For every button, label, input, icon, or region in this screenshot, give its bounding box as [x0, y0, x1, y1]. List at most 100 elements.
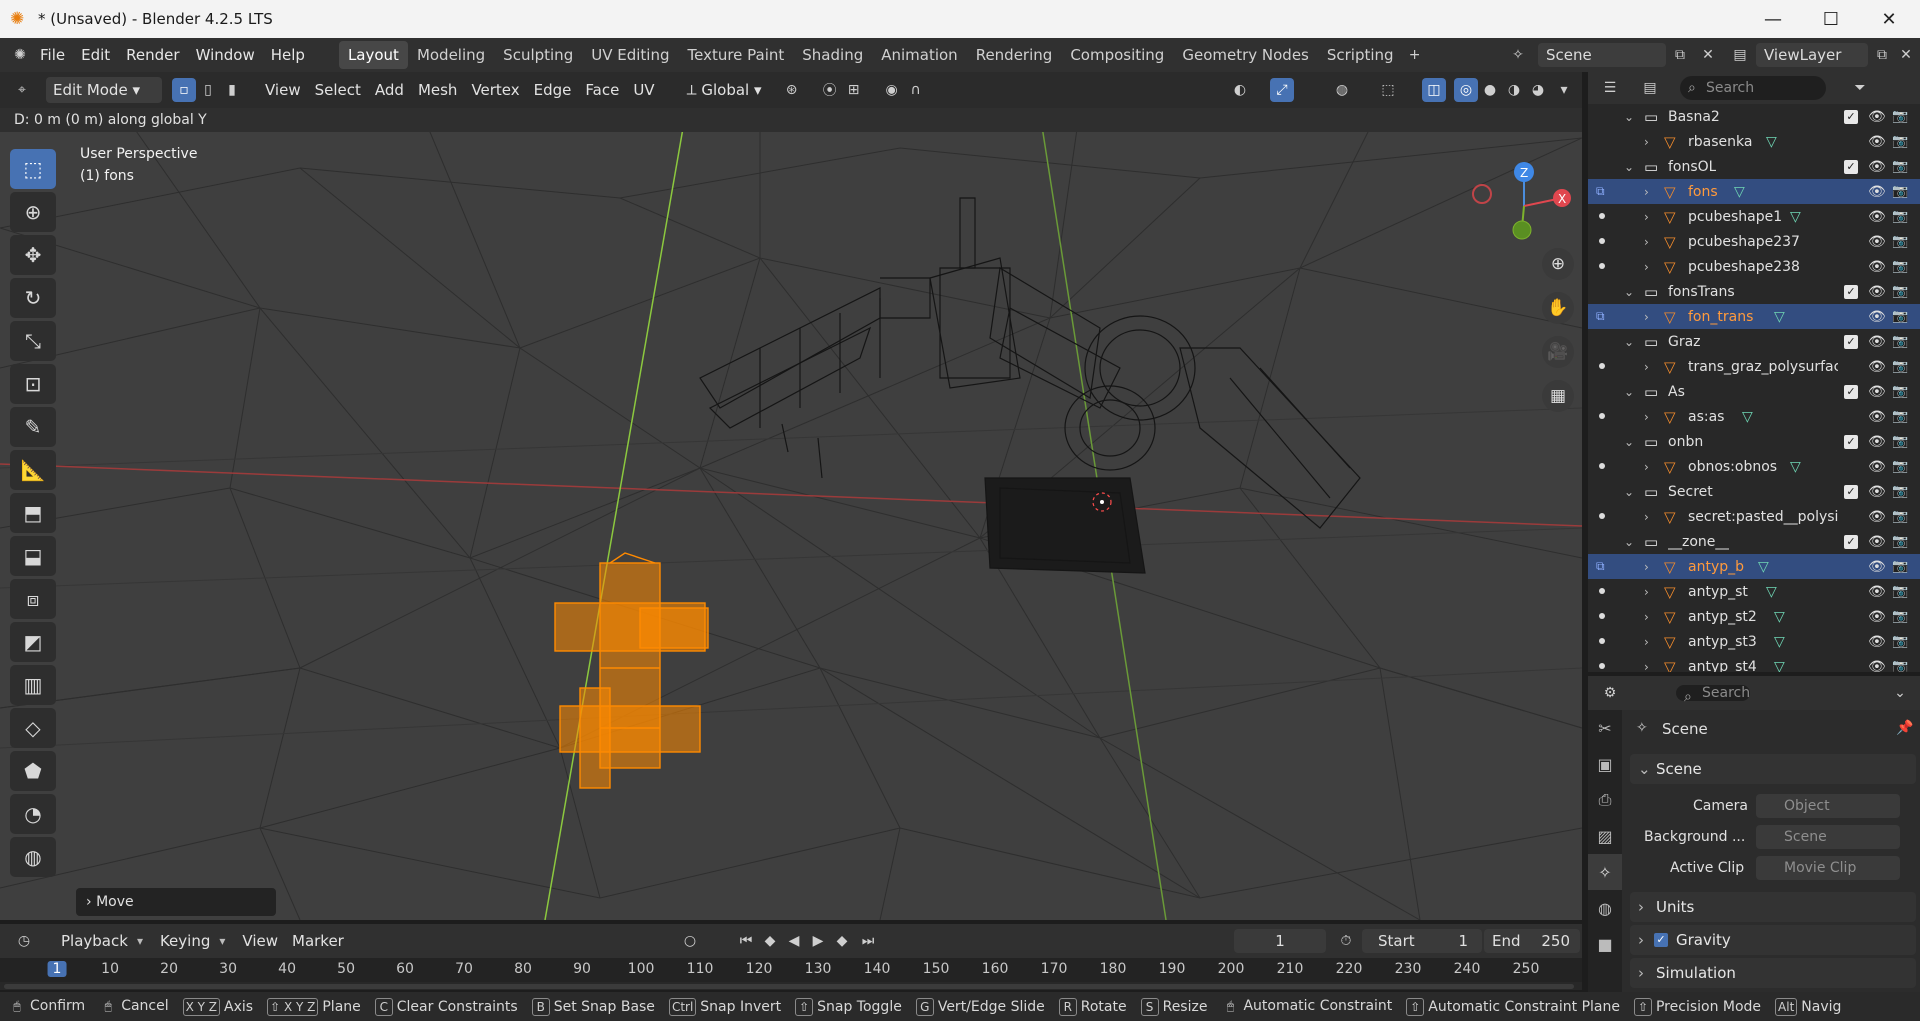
object-row[interactable]: › ▽ antyp_st3 ▽ 👁 📷: [1588, 629, 1920, 654]
selectable-dot[interactable]: [1599, 413, 1605, 419]
pan-hand-icon[interactable]: ✋: [1542, 292, 1574, 324]
gravity-checkbox[interactable]: ✓: [1654, 933, 1668, 947]
filter-icon[interactable]: ⏷: [1848, 76, 1872, 100]
edit-mode-icon[interactable]: ⧉: [1596, 184, 1605, 199]
selectable-dot[interactable]: [1599, 513, 1605, 519]
render-camera-icon[interactable]: 📷: [1892, 209, 1908, 224]
camera-view-icon[interactable]: 🎥: [1542, 336, 1574, 368]
spin-tool-icon[interactable]: ◔: [10, 794, 56, 834]
collection-row[interactable]: ⌄ ▭ Graz ✓ 👁 📷: [1588, 329, 1920, 354]
visibility-eye-icon[interactable]: 👁: [1868, 459, 1886, 475]
expand-arrow-icon[interactable]: ›: [1644, 460, 1649, 474]
render-tab-icon[interactable]: ▣: [1588, 746, 1622, 782]
visibility-eye-icon[interactable]: 👁: [1868, 484, 1886, 500]
current-frame-field[interactable]: 1: [1234, 929, 1326, 953]
transform-tool-icon[interactable]: ⊡: [10, 364, 56, 404]
viewport-menu-edge[interactable]: Edge: [527, 77, 579, 103]
render-camera-icon[interactable]: 📷: [1892, 184, 1908, 199]
object-row[interactable]: ⧉ › ▽ fons ▽ 👁 📷: [1588, 179, 1920, 204]
outliner-search-input[interactable]: Search: [1680, 76, 1826, 100]
scale-tool-icon[interactable]: ⤡: [10, 321, 56, 361]
object-row[interactable]: › ▽ antyp_st2 ▽ 👁 📷: [1588, 604, 1920, 629]
object-row[interactable]: › ▽ obnos:obnos ▽ 👁 📷: [1588, 454, 1920, 479]
active-clip-field[interactable]: Movie Clip: [1756, 856, 1900, 880]
display-mode-icon[interactable]: ▤: [1638, 76, 1662, 100]
camera-field[interactable]: Object: [1756, 794, 1900, 818]
expand-arrow-icon[interactable]: ›: [1644, 360, 1649, 374]
render-camera-icon[interactable]: 📷: [1892, 434, 1908, 449]
end-frame-field[interactable]: End 250: [1484, 929, 1580, 953]
next-keyframe-icon[interactable]: ◆: [830, 929, 854, 953]
menu-edit[interactable]: Edit: [73, 38, 118, 72]
viewlayer-icon[interactable]: ▤: [1728, 43, 1752, 67]
selectable-dot[interactable]: [1599, 463, 1605, 469]
outliner-editor-icon[interactable]: ☰: [1598, 76, 1622, 100]
collapse-arrow-icon[interactable]: ⌄: [1624, 160, 1634, 174]
viewport-menu-mesh[interactable]: Mesh: [411, 77, 465, 103]
exclude-checkbox[interactable]: ✓: [1844, 534, 1858, 549]
collection-row[interactable]: ⌄ ▭ Basna2 ✓ 👁 📷: [1588, 104, 1920, 129]
zoom-icon[interactable]: ⊕: [1542, 248, 1574, 280]
scene-icon[interactable]: ✧: [1506, 43, 1530, 67]
edge-select-icon[interactable]: ▯: [196, 78, 220, 102]
workspace-tab-rendering[interactable]: Rendering: [967, 41, 1062, 69]
timeline-scrollbar[interactable]: [4, 984, 1574, 989]
render-camera-icon[interactable]: 📷: [1892, 659, 1908, 672]
exclude-checkbox[interactable]: ✓: [1844, 284, 1858, 299]
move-tool-icon[interactable]: ✥: [10, 235, 56, 275]
extrude-tool-icon[interactable]: ⬓: [10, 536, 56, 576]
visibility-eye-icon[interactable]: 👁: [1868, 359, 1886, 375]
expand-arrow-icon[interactable]: ›: [1644, 260, 1649, 274]
proportional-edit-icon[interactable]: ◉: [880, 78, 904, 102]
timeline-menu-marker[interactable]: Marker: [285, 928, 351, 954]
render-camera-icon[interactable]: 📷: [1892, 284, 1908, 299]
maximize-icon[interactable]: ☐: [1802, 0, 1860, 38]
visibility-eye-icon[interactable]: 👁: [1868, 534, 1886, 550]
units-panel-header[interactable]: › Units: [1630, 892, 1916, 922]
visibility-eye-icon[interactable]: 👁: [1868, 559, 1886, 575]
visibility-eye-icon[interactable]: 👁: [1868, 409, 1886, 425]
poly-build-tool-icon[interactable]: ⬟: [10, 751, 56, 791]
properties-editor-icon[interactable]: ⚙: [1598, 681, 1622, 705]
collapse-arrow-icon[interactable]: ⌄: [1624, 385, 1634, 399]
visibility-eye-icon[interactable]: 👁: [1868, 134, 1886, 150]
solid-shading-icon[interactable]: ●: [1478, 78, 1502, 102]
collapse-arrow-icon[interactable]: ⌄: [1624, 485, 1634, 499]
render-camera-icon[interactable]: 📷: [1892, 309, 1908, 324]
expand-arrow-icon[interactable]: ›: [1644, 560, 1649, 574]
expand-arrow-icon[interactable]: ›: [1644, 660, 1649, 673]
expand-arrow-icon[interactable]: ›: [1644, 210, 1649, 224]
ortho-toggle-icon[interactable]: ▦: [1542, 380, 1574, 412]
visibility-icon[interactable]: ◐: [1228, 78, 1252, 102]
selectable-dot[interactable]: [1599, 213, 1605, 219]
visibility-eye-icon[interactable]: 👁: [1868, 609, 1886, 625]
properties-search-input[interactable]: Search: [1676, 685, 1751, 701]
timeline-menu-keying[interactable]: Keying: [153, 928, 217, 954]
cursor-tool-icon[interactable]: ⊕: [10, 192, 56, 232]
selectable-dot[interactable]: [1599, 663, 1605, 669]
render-camera-icon[interactable]: 📷: [1892, 134, 1908, 149]
snap-icon[interactable]: ⦿: [818, 78, 842, 102]
output-tab-icon[interactable]: ⎙: [1588, 782, 1622, 818]
object-row[interactable]: › ▽ rbasenka ▽ 👁 📷: [1588, 129, 1920, 154]
workspace-tab-animation[interactable]: Animation: [872, 41, 966, 69]
render-camera-icon[interactable]: 📷: [1892, 259, 1908, 274]
render-camera-icon[interactable]: 📷: [1892, 534, 1908, 549]
material-shading-icon[interactable]: ◑: [1502, 78, 1526, 102]
visibility-eye-icon[interactable]: 👁: [1868, 184, 1886, 200]
gravity-panel-header[interactable]: › ✓ Gravity: [1630, 925, 1916, 955]
face-select-icon[interactable]: ▮: [220, 78, 244, 102]
expand-arrow-icon[interactable]: ›: [1644, 185, 1649, 199]
pivot-point-icon[interactable]: ⊛: [780, 78, 804, 102]
visibility-eye-icon[interactable]: 👁: [1868, 584, 1886, 600]
workspace-tab-geometry-nodes[interactable]: Geometry Nodes: [1173, 41, 1318, 69]
visibility-eye-icon[interactable]: 👁: [1868, 334, 1886, 350]
expand-arrow-icon[interactable]: ›: [1644, 510, 1649, 524]
smooth-tool-icon[interactable]: ◍: [10, 837, 56, 877]
simulation-panel-header[interactable]: › Simulation: [1630, 958, 1916, 988]
expand-arrow-icon[interactable]: ›: [1644, 610, 1649, 624]
workspace-tab-layout[interactable]: Layout: [338, 41, 408, 69]
collection-row[interactable]: ⌄ ▭ Secret ✓ 👁 📷: [1588, 479, 1920, 504]
workspace-tab-modeling[interactable]: Modeling: [408, 41, 494, 69]
workspace-tab-texture-paint[interactable]: Texture Paint: [678, 41, 793, 69]
